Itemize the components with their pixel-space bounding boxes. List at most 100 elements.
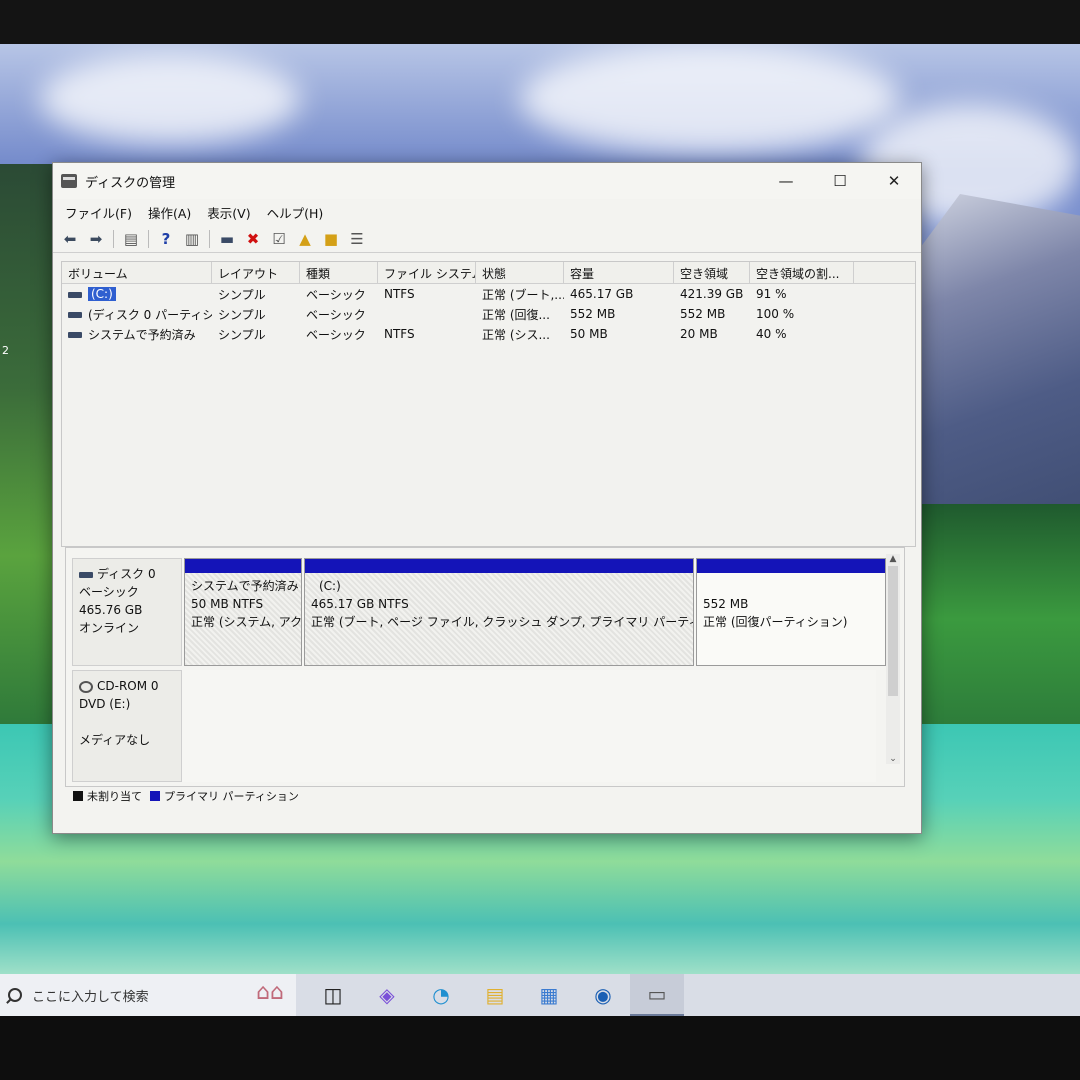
volume-icon xyxy=(68,312,82,318)
disk-name: ディスク 0 xyxy=(97,567,156,581)
monitor-bezel-bottom xyxy=(0,1016,1080,1080)
maximize-button[interactable]: ☐ xyxy=(813,163,867,199)
cell-free-percent: 100 % xyxy=(756,307,795,321)
cell-type: ベーシック xyxy=(306,287,366,302)
cdrom-0-row: CD-ROM 0 DVD (E:) メディアなし xyxy=(72,670,876,782)
edge-icon[interactable]: ◔ xyxy=(414,974,468,1016)
cell-layout: シンプル xyxy=(218,327,266,342)
partition-name xyxy=(703,577,879,595)
column-capacity[interactable]: 容量 xyxy=(564,262,674,283)
cell-type: ベーシック xyxy=(306,327,366,342)
minimize-button[interactable]: — xyxy=(759,163,813,199)
toolbar-separator xyxy=(148,229,149,248)
cell-layout: シンプル xyxy=(218,287,266,302)
import-icon[interactable]: ▲ xyxy=(292,227,318,251)
monitor-bezel-top xyxy=(0,0,1080,44)
cell-capacity: 465.17 GB xyxy=(570,287,634,301)
connect-drive-icon[interactable]: ▬ xyxy=(214,227,240,251)
cd-rom-icon xyxy=(79,680,93,693)
menu-action[interactable]: 操作(A) xyxy=(140,203,199,222)
cloud xyxy=(40,54,300,144)
disk-status: オンライン xyxy=(79,621,140,635)
menu-file[interactable]: ファイル(F) xyxy=(57,203,140,222)
partition-size: 552 MB xyxy=(703,597,749,611)
copilot-icon[interactable]: ◈ xyxy=(360,974,414,1016)
disk-icon xyxy=(79,571,93,578)
partition-size: 50 MB NTFS xyxy=(191,597,264,611)
unallocated-legend-swatch xyxy=(73,791,83,801)
partition-system-reserved[interactable]: システムで予約済み 50 MB NTFS 正常 (システム, アク xyxy=(184,558,302,666)
search-icon xyxy=(8,988,22,1002)
volume-list: ボリューム レイアウト 種類 ファイル システム 状態 容量 空き領域 空き領域… xyxy=(61,261,916,547)
search-folder-icon[interactable]: ■ xyxy=(318,227,344,251)
disk-0-row: ディスク 0 ベーシック 465.76 GB オンライン システムで予約済み 5… xyxy=(72,558,886,666)
legend: 未割り当て プライマリ パーティション xyxy=(73,787,299,805)
column-type[interactable]: 種類 xyxy=(300,262,378,283)
disk-management-window: ディスクの管理 — ☐ ✕ ファイル(F) 操作(A) 表示(V) ヘルプ(H)… xyxy=(52,162,922,834)
volume-name: (ディスク 0 パーティショ... xyxy=(88,307,212,322)
disk-map-scrollbar[interactable]: ▲ ⌄ xyxy=(886,554,900,764)
forward-icon[interactable]: ➡ xyxy=(83,227,109,251)
menu-view[interactable]: 表示(V) xyxy=(199,203,258,222)
table-row[interactable]: システムで予約済み シンプル ベーシック NTFS 正常 (シス... 50 M… xyxy=(62,324,915,344)
disk-type: ベーシック xyxy=(79,585,139,599)
column-status[interactable]: 状態 xyxy=(476,262,564,283)
cdrom-0-label[interactable]: CD-ROM 0 DVD (E:) メディアなし xyxy=(72,670,182,782)
menu-bar: ファイル(F) 操作(A) 表示(V) ヘルプ(H) xyxy=(53,199,921,225)
disk-status: メディアなし xyxy=(79,733,151,747)
partition-recovery[interactable]: 552 MB 正常 (回復パーティション) xyxy=(696,558,886,666)
check-properties-icon[interactable]: ☑ xyxy=(266,227,292,251)
partition-name: (C:) xyxy=(319,579,341,593)
settings-list-icon[interactable]: ☰ xyxy=(344,227,370,251)
search-highlight-icon: ⌂⌂ xyxy=(256,980,284,1005)
outlook-icon[interactable]: ◉ xyxy=(576,974,630,1016)
disk-map-pane: ディスク 0 ベーシック 465.76 GB オンライン システムで予約済み 5… xyxy=(65,547,905,787)
legend-unallocated: 未割り当て xyxy=(87,790,142,803)
help-icon[interactable]: ? xyxy=(153,227,179,251)
properties-pane-icon[interactable]: ▥ xyxy=(179,227,205,251)
table-row[interactable]: (C:) シンプル ベーシック NTFS 正常 (ブート,... 465.17 … xyxy=(62,284,915,304)
column-free-space[interactable]: 空き領域 xyxy=(674,262,750,283)
menu-help[interactable]: ヘルプ(H) xyxy=(259,203,332,222)
console-tree-icon[interactable]: ▤ xyxy=(118,227,144,251)
disk-size xyxy=(79,713,175,731)
cell-free-space: 20 MB xyxy=(680,327,718,341)
column-volume[interactable]: ボリューム xyxy=(62,262,212,283)
cell-free-percent: 91 % xyxy=(756,287,787,301)
primary-partition-bar xyxy=(305,559,693,573)
disk-type: DVD (E:) xyxy=(79,697,131,711)
cell-status: 正常 (回復... xyxy=(482,307,550,322)
task-view-icon[interactable]: ◫ xyxy=(306,974,360,1016)
back-icon[interactable]: ⬅ xyxy=(57,227,83,251)
cell-capacity: 552 MB xyxy=(570,307,616,321)
taskbar-search-box[interactable]: ここに入力して検索 ⌂⌂ xyxy=(0,974,296,1016)
cell-status: 正常 (シス... xyxy=(482,327,550,342)
partition-c-drive[interactable]: (C:) 465.17 GB NTFS 正常 (ブート, ページ ファイル, ク… xyxy=(304,558,694,666)
scroll-down-icon[interactable]: ⌄ xyxy=(886,754,900,764)
disk-size: 465.76 GB xyxy=(79,603,143,617)
delete-icon[interactable]: ✖ xyxy=(240,227,266,251)
column-layout[interactable]: レイアウト xyxy=(212,262,300,283)
close-button[interactable]: ✕ xyxy=(867,163,921,199)
disk-management-icon xyxy=(61,174,77,188)
partition-status: 正常 (システム, アク xyxy=(191,615,301,629)
volume-list-header: ボリューム レイアウト 種類 ファイル システム 状態 容量 空き領域 空き領域… xyxy=(62,262,915,284)
scroll-up-icon[interactable]: ▲ xyxy=(886,554,900,564)
cell-capacity: 50 MB xyxy=(570,327,608,341)
scroll-thumb[interactable] xyxy=(888,566,898,696)
disk-0-label[interactable]: ディスク 0 ベーシック 465.76 GB オンライン xyxy=(72,558,182,666)
column-filesystem[interactable]: ファイル システム xyxy=(378,262,476,283)
disk-management-icon[interactable]: ▭ xyxy=(630,974,684,1016)
store-icon[interactable]: ▦ xyxy=(522,974,576,1016)
file-explorer-icon[interactable]: ▤ xyxy=(468,974,522,1016)
cell-filesystem: NTFS xyxy=(384,287,415,301)
table-row[interactable]: (ディスク 0 パーティショ... シンプル ベーシック 正常 (回復... 5… xyxy=(62,304,915,324)
search-placeholder: ここに入力して検索 xyxy=(32,989,149,1005)
column-free-percent[interactable]: 空き領域の割... xyxy=(750,262,854,283)
toolbar-separator xyxy=(209,229,210,248)
volume-name: システムで予約済み xyxy=(88,327,196,342)
cell-type: ベーシック xyxy=(306,307,366,322)
toolbar: ⬅ ➡ ▤ ? ▥ ▬ ✖ ☑ ▲ ■ ☰ xyxy=(53,225,921,253)
title-bar[interactable]: ディスクの管理 — ☐ ✕ xyxy=(53,163,921,199)
partition-name: システムで予約済み xyxy=(191,579,299,593)
